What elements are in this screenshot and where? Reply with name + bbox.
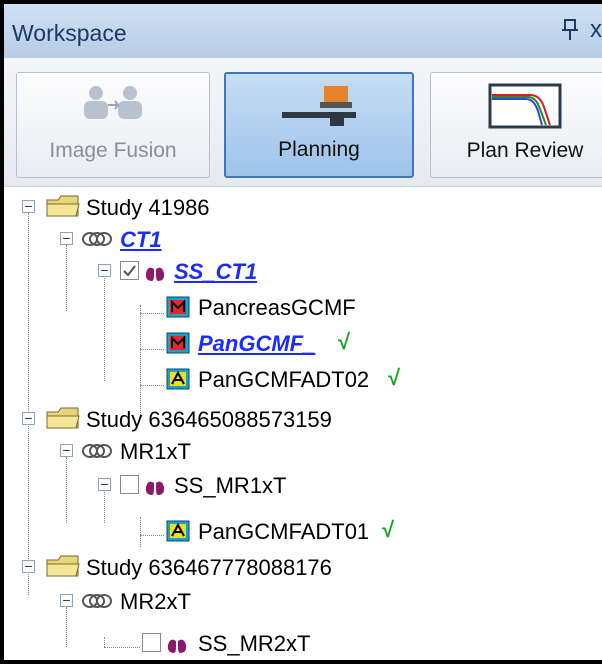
- collapse-icon[interactable]: −: [22, 559, 35, 573]
- panel-title: Workspace: [12, 20, 127, 46]
- image-stack-icon: [82, 444, 112, 458]
- structure-set-checkbox[interactable]: [120, 261, 139, 280]
- folder-icon: [46, 195, 80, 217]
- collapse-icon[interactable]: −: [60, 443, 73, 457]
- approved-check-icon: √: [388, 365, 401, 390]
- study-tree: − Study 41986 − CT1 − SS_CT1 PancreasGCM…: [4, 187, 602, 660]
- tree-node-structure-set[interactable]: − SS_CT1: [4, 255, 602, 285]
- adaptive-plan-icon: [166, 368, 190, 390]
- tree-node-structure-set[interactable]: − SS_MR1xT: [4, 469, 602, 499]
- checkmark-icon: [123, 265, 136, 277]
- study-label: Study 636465088573159: [86, 407, 332, 432]
- planning-label: Planning: [278, 138, 360, 161]
- workspace-toolbar: Image Fusion Planning Plan Review: [4, 58, 602, 187]
- plan-label: PancreasGCMF: [198, 295, 356, 320]
- collapse-icon[interactable]: −: [60, 231, 73, 245]
- collapse-icon[interactable]: −: [60, 593, 73, 607]
- plan-review-label: Plan Review: [466, 139, 584, 162]
- collapse-icon[interactable]: −: [22, 411, 35, 425]
- tree-node-plan[interactable]: PanGCMFADT02 √: [4, 363, 602, 393]
- planning-button[interactable]: Planning: [224, 72, 414, 178]
- tree-node-study[interactable]: − Study 636465088573159: [4, 403, 602, 433]
- tree-node-image-set[interactable]: − MR1xT: [4, 435, 602, 465]
- lungs-icon: [167, 633, 187, 653]
- tree-connector: [140, 305, 141, 417]
- workspace-panel: Workspace x Image Fusion Planning Plan R…: [0, 0, 602, 664]
- image-fusion-label: Image Fusion: [49, 139, 177, 162]
- tree-node-plan[interactable]: PanGCMFADT01 √: [4, 515, 602, 545]
- study-label: Study 41986: [86, 195, 210, 220]
- structure-set-checkbox[interactable]: [142, 633, 161, 652]
- pin-icon[interactable]: [560, 18, 580, 42]
- structure-set-label: SS_MR2xT: [198, 631, 311, 656]
- approved-check-icon: √: [338, 329, 351, 354]
- image-fusion-button[interactable]: Image Fusion: [16, 72, 210, 178]
- collapse-icon[interactable]: −: [98, 477, 111, 491]
- structure-set-checkbox[interactable]: [120, 475, 139, 494]
- image-stack-icon: [82, 232, 112, 246]
- plan-icon: [166, 296, 190, 318]
- plan-icon: [166, 332, 190, 354]
- adaptive-plan-icon: [166, 520, 190, 542]
- image-set-label: MR1xT: [120, 439, 191, 464]
- image-fusion-icon: [84, 86, 142, 119]
- approved-check-icon: √: [382, 517, 395, 542]
- tree-node-plan[interactable]: PanGCMF_ √: [4, 327, 602, 357]
- collapse-icon[interactable]: −: [22, 199, 35, 213]
- plan-review-button[interactable]: Plan Review: [430, 72, 602, 178]
- tree-node-study[interactable]: − Study 41986: [4, 191, 602, 221]
- planning-icon: [282, 86, 356, 126]
- study-label: Study 636467778088176: [86, 555, 332, 580]
- tree-node-plan[interactable]: PancreasGCMF: [4, 291, 602, 321]
- tree-node-study[interactable]: − Study 636467778088176: [4, 551, 602, 581]
- tree-node-structure-set[interactable]: SS_MR2xT: [4, 627, 602, 657]
- tree-node-image-set[interactable]: − MR2xT: [4, 585, 602, 615]
- folder-icon: [46, 555, 80, 577]
- collapse-icon[interactable]: −: [98, 263, 111, 277]
- image-set-label[interactable]: CT1: [120, 227, 162, 253]
- lungs-icon: [145, 475, 165, 495]
- plan-review-icon: [488, 83, 562, 129]
- structure-set-label: SS_MR1xT: [174, 473, 287, 498]
- close-icon[interactable]: x: [590, 16, 602, 44]
- image-set-label: MR2xT: [120, 589, 191, 614]
- panel-titlebar: Workspace x: [4, 4, 602, 59]
- plan-label: PanGCMFADT02: [198, 367, 370, 392]
- structure-set-label[interactable]: SS_CT1: [174, 259, 257, 285]
- plan-label: PanGCMFADT01: [198, 519, 370, 544]
- plan-label[interactable]: PanGCMF_: [198, 331, 315, 357]
- image-stack-icon: [82, 594, 112, 608]
- tree-node-image-set[interactable]: − CT1: [4, 223, 602, 253]
- folder-icon: [46, 407, 80, 429]
- lungs-icon: [145, 261, 165, 281]
